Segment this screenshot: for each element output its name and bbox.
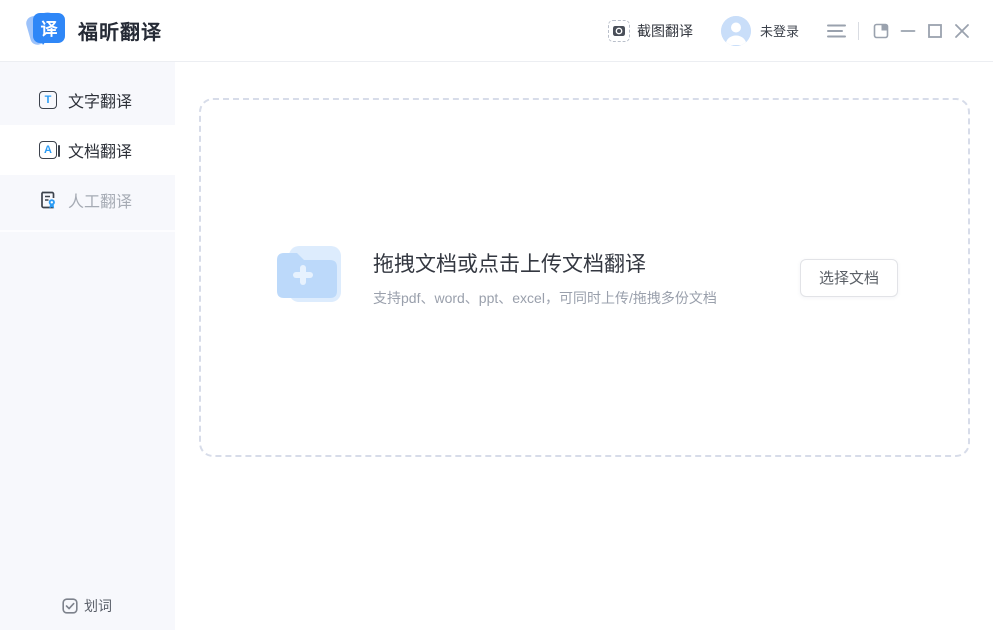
dropzone-text: 拖拽文档或点击上传文档翻译 支持pdf、word、ppt、excel，可同时上传… [373, 248, 717, 308]
login-status: 未登录 [760, 21, 799, 40]
word-lookup-label: 划词 [84, 596, 112, 616]
sidebar-item-human-translate[interactable]: 人工翻译 [0, 175, 175, 225]
screenshot-translate-label: 截图翻译 [637, 21, 693, 41]
dropzone-subtitle: 支持pdf、word、ppt、excel，可同时上传/拖拽多份文档 [373, 288, 717, 308]
upload-folder-icon [269, 236, 347, 319]
close-icon[interactable] [951, 20, 973, 42]
avatar [721, 16, 751, 46]
sidebar-item-label: 文字翻译 [68, 88, 132, 112]
document-translate-icon: A [38, 140, 58, 160]
sidebar: T 文字翻译 A 文档翻译 人工翻译 [0, 62, 175, 630]
sidebar-item-text-translate[interactable]: T 文字翻译 [0, 75, 175, 125]
minimize-icon[interactable] [897, 20, 919, 42]
logo-bubble: 译 [33, 13, 65, 43]
mini-window-icon[interactable] [870, 20, 892, 42]
header-divider [858, 22, 859, 40]
screenshot-translate-button[interactable]: 截图翻译 [608, 20, 693, 42]
human-translate-icon [38, 190, 58, 210]
app-title: 福昕翻译 [78, 16, 162, 45]
sidebar-group-divider [0, 230, 175, 232]
sidebar-item-document-translate[interactable]: A 文档翻译 [0, 125, 175, 175]
maximize-icon[interactable] [924, 20, 946, 42]
sidebar-menu: T 文字翻译 A 文档翻译 人工翻译 [0, 62, 175, 232]
login-button[interactable]: 未登录 [721, 16, 799, 46]
sidebar-item-label: 文档翻译 [68, 138, 132, 162]
app-logo-icon: 译 [30, 10, 68, 52]
title-bar: 译 福昕翻译 截图翻译 未登录 [0, 0, 993, 62]
app-brand: 译 福昕翻译 [30, 10, 162, 52]
text-translate-icon: T [38, 90, 58, 110]
header-actions: 截图翻译 未登录 [608, 16, 973, 46]
upload-dropzone[interactable]: 拖拽文档或点击上传文档翻译 支持pdf、word、ppt、excel，可同时上传… [199, 98, 970, 457]
select-document-button[interactable]: 选择文档 [800, 259, 898, 297]
main-content: 拖拽文档或点击上传文档翻译 支持pdf、word、ppt、excel，可同时上传… [175, 62, 993, 630]
camera-icon [608, 20, 630, 42]
dropzone-title: 拖拽文档或点击上传文档翻译 [373, 248, 717, 278]
checkbox-check-icon [62, 598, 78, 614]
word-lookup-toggle[interactable]: 划词 [62, 596, 112, 616]
sidebar-item-label: 人工翻译 [68, 188, 132, 212]
hamburger-menu-icon[interactable] [825, 20, 847, 42]
